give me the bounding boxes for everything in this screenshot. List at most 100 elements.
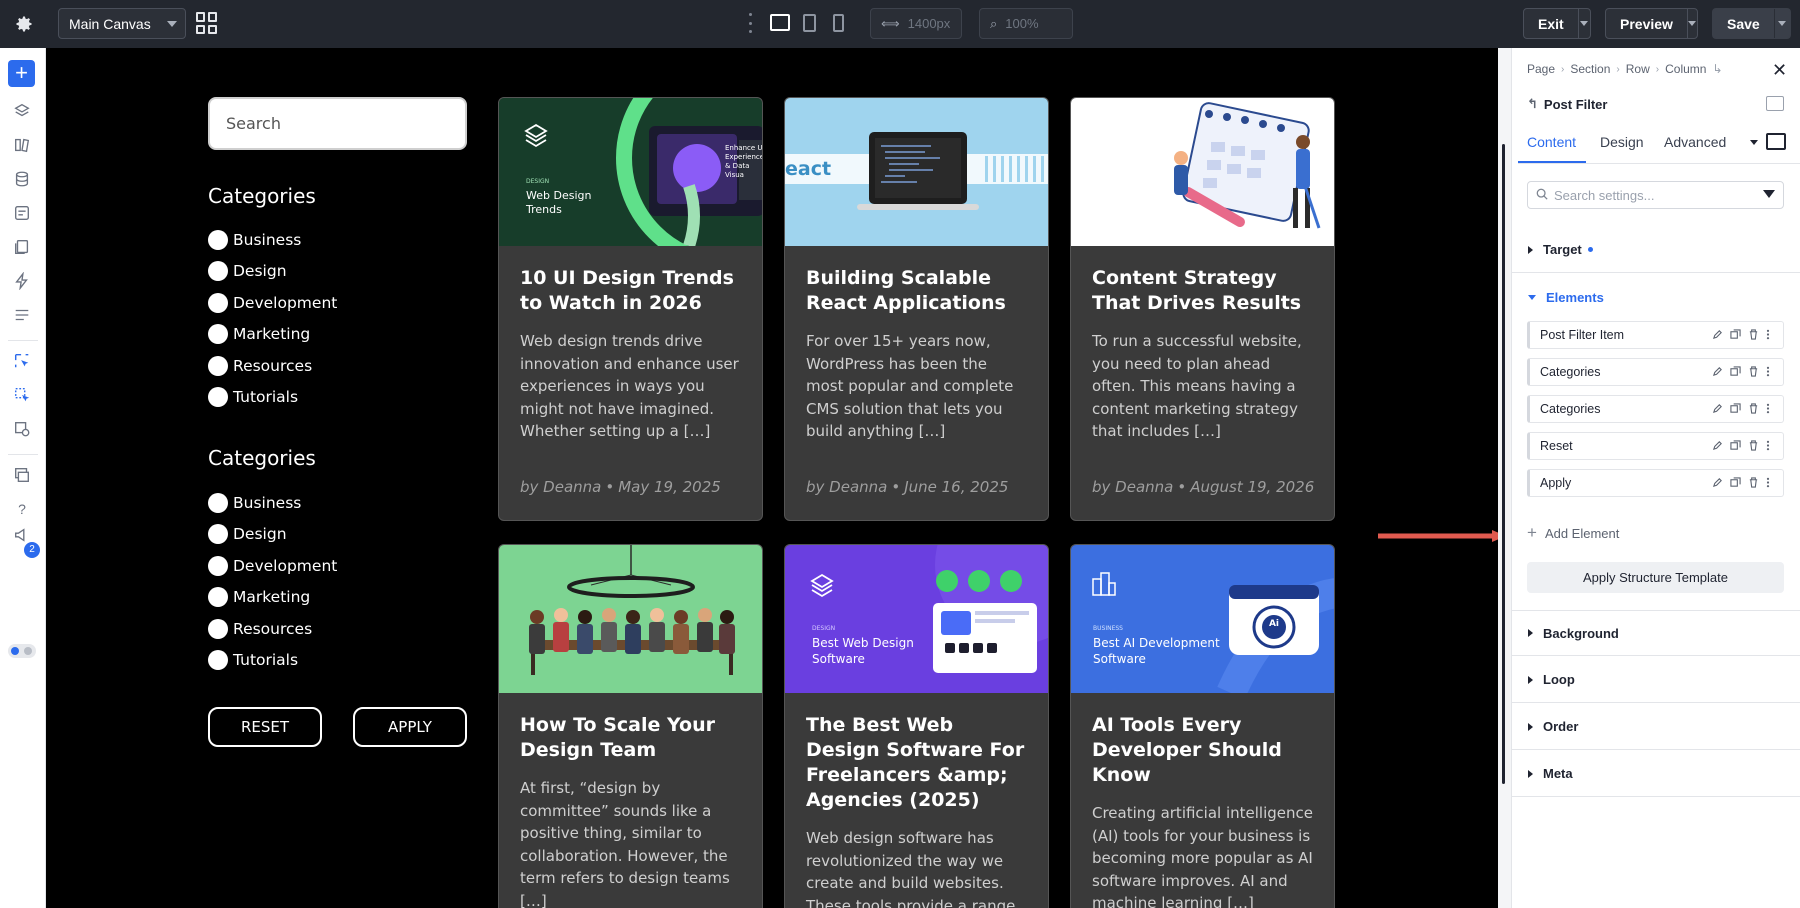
- settings-gear-icon[interactable]: [10, 10, 38, 38]
- category-option[interactable]: Business: [208, 224, 337, 256]
- more-options-icon[interactable]: [1766, 440, 1777, 451]
- layers-icon[interactable]: [12, 102, 32, 120]
- radio-icon[interactable]: [208, 650, 228, 671]
- preview-button[interactable]: Preview: [1605, 8, 1698, 39]
- back-arrow-icon[interactable]: ↰: [1527, 96, 1538, 112]
- element-item[interactable]: Post Filter Item: [1527, 321, 1784, 349]
- zoom-field[interactable]: ⌕ 100%: [979, 8, 1073, 39]
- post-title[interactable]: Building Scalable React Applications: [806, 266, 1027, 316]
- element-item[interactable]: Reset: [1527, 432, 1784, 460]
- exit-button[interactable]: Exit: [1523, 8, 1591, 39]
- preview-dropdown-icon[interactable]: [1686, 9, 1697, 38]
- category-option[interactable]: Design: [208, 519, 337, 551]
- portability-icon[interactable]: [12, 466, 32, 484]
- element-item[interactable]: Categories: [1527, 358, 1784, 386]
- add-element-button[interactable]: + Add Element: [1527, 523, 1619, 543]
- more-options-icon[interactable]: [1766, 329, 1777, 340]
- section-meta[interactable]: Meta: [1512, 751, 1800, 797]
- pages-icon[interactable]: [12, 238, 32, 256]
- section-order[interactable]: Order: [1512, 704, 1800, 750]
- post-card[interactable]: eact Building Scalable React Application…: [784, 97, 1049, 521]
- module-options-icon[interactable]: [1766, 96, 1784, 111]
- duplicate-icon[interactable]: [1730, 403, 1741, 414]
- drag-handle-icon[interactable]: [747, 13, 753, 33]
- section-background[interactable]: Background: [1512, 610, 1800, 656]
- search-input[interactable]: Search: [208, 97, 467, 150]
- save-button[interactable]: Save: [1712, 8, 1791, 39]
- element-item[interactable]: Apply: [1527, 469, 1784, 497]
- section-elements[interactable]: Elements: [1512, 274, 1800, 320]
- breadcrumb-item[interactable]: Row: [1626, 62, 1650, 76]
- tab-design[interactable]: Design: [1600, 134, 1644, 150]
- exit-dropdown-icon[interactable]: [1577, 9, 1590, 38]
- post-title[interactable]: Content Strategy That Drives Results: [1092, 266, 1313, 316]
- duplicate-icon[interactable]: [1730, 366, 1741, 377]
- desktop-view-icon[interactable]: [770, 14, 790, 31]
- post-title[interactable]: How To Scale Your Design Team: [520, 713, 741, 763]
- edit-icon[interactable]: [1712, 403, 1723, 414]
- section-target[interactable]: Target: [1512, 227, 1800, 273]
- lightning-icon[interactable]: [12, 272, 32, 290]
- tab-content[interactable]: Content: [1527, 134, 1576, 150]
- canvas-scrollbar[interactable]: [1498, 48, 1512, 908]
- tablet-view-icon[interactable]: [803, 14, 816, 32]
- radio-icon[interactable]: [208, 524, 228, 545]
- delete-icon[interactable]: [1748, 366, 1759, 377]
- delete-icon[interactable]: [1748, 329, 1759, 340]
- select-multiple-icon[interactable]: [12, 386, 32, 404]
- radio-icon[interactable]: [208, 355, 228, 376]
- reset-button[interactable]: RESET: [208, 707, 322, 747]
- filter-icon[interactable]: [1763, 190, 1775, 198]
- duplicate-icon[interactable]: [1730, 329, 1741, 340]
- radio-icon[interactable]: [208, 261, 228, 282]
- category-option[interactable]: Business: [208, 487, 337, 519]
- delete-icon[interactable]: [1748, 440, 1759, 451]
- add-icon[interactable]: +: [8, 60, 35, 87]
- forms-icon[interactable]: [12, 204, 32, 222]
- duplicate-icon[interactable]: [1730, 477, 1741, 488]
- apply-button[interactable]: APPLY: [353, 707, 467, 747]
- settings-search-input[interactable]: Search settings...: [1527, 181, 1784, 209]
- canvas-select[interactable]: Main Canvas: [58, 8, 186, 39]
- theme-builder-icon[interactable]: [12, 420, 32, 438]
- edit-icon[interactable]: [1712, 366, 1723, 377]
- radio-icon[interactable]: [208, 492, 228, 513]
- category-option[interactable]: Marketing: [208, 582, 337, 614]
- section-loop[interactable]: Loop: [1512, 657, 1800, 703]
- radio-icon[interactable]: [208, 292, 228, 313]
- more-options-icon[interactable]: [1766, 366, 1777, 377]
- delete-icon[interactable]: [1748, 477, 1759, 488]
- radio-icon[interactable]: [208, 387, 228, 408]
- edit-icon[interactable]: [1712, 440, 1723, 451]
- category-option[interactable]: Tutorials: [208, 645, 337, 677]
- category-option[interactable]: Development: [208, 550, 337, 582]
- canvas-width-field[interactable]: ⟺ 1400px: [870, 8, 962, 39]
- category-option[interactable]: Tutorials: [208, 382, 337, 414]
- category-option[interactable]: Marketing: [208, 319, 337, 351]
- radio-icon[interactable]: [208, 587, 228, 608]
- mode-toggle[interactable]: [8, 644, 36, 658]
- database-icon[interactable]: [12, 170, 32, 188]
- list-icon[interactable]: [12, 306, 32, 324]
- post-card[interactable]: Content Strategy That Drives Results To …: [1070, 97, 1335, 521]
- post-title[interactable]: 10 UI Design Trends to Watch in 2026: [520, 266, 741, 316]
- more-options-icon[interactable]: [1766, 477, 1777, 488]
- element-item[interactable]: Categories: [1527, 395, 1784, 423]
- edit-icon[interactable]: [1712, 477, 1723, 488]
- save-dropdown-icon[interactable]: [1773, 9, 1790, 38]
- more-options-icon[interactable]: [1766, 403, 1777, 414]
- library-icon[interactable]: [12, 136, 32, 154]
- radio-icon[interactable]: [208, 229, 228, 250]
- breadcrumb-item[interactable]: Page: [1527, 62, 1555, 76]
- post-card[interactable]: DESIGN Web Design Trends Enhance Ui Expe…: [498, 97, 763, 521]
- post-title[interactable]: AI Tools Every Developer Should Know: [1092, 713, 1313, 788]
- radio-icon[interactable]: [208, 324, 228, 345]
- category-option[interactable]: Resources: [208, 613, 337, 645]
- phone-view-icon[interactable]: [833, 14, 844, 32]
- post-card[interactable]: How To Scale Your Design Team At first, …: [498, 544, 763, 908]
- category-option[interactable]: Development: [208, 287, 337, 319]
- post-card[interactable]: DESIGN Best Web Design Software The Best…: [784, 544, 1049, 908]
- category-option[interactable]: Design: [208, 256, 337, 288]
- post-title[interactable]: The Best Web Design Software For Freelan…: [806, 713, 1027, 813]
- edit-icon[interactable]: [1712, 329, 1723, 340]
